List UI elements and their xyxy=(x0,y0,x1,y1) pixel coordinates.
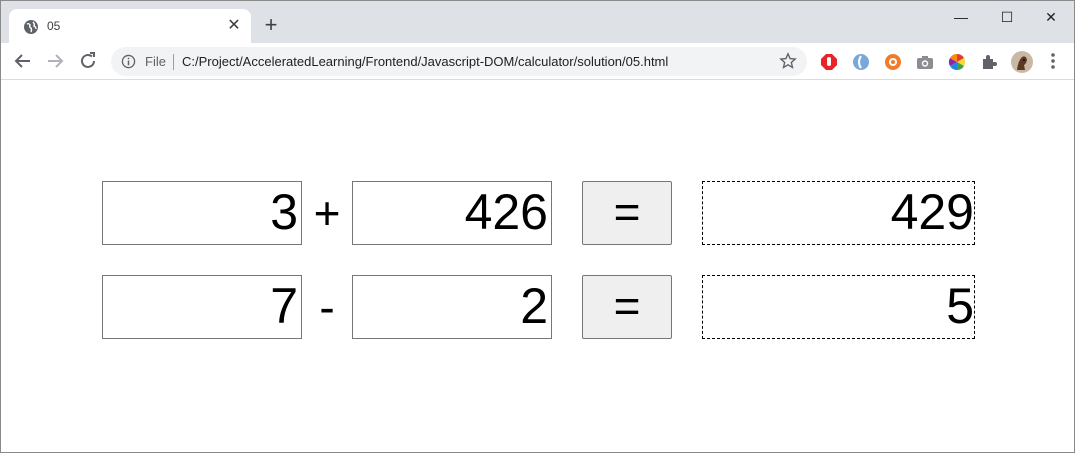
star-icon[interactable] xyxy=(779,52,797,70)
page-content: 3 + 426 = 429 7 - 2 = 5 xyxy=(1,81,1074,452)
left-operand-input[interactable]: 7 xyxy=(102,275,302,339)
back-icon[interactable] xyxy=(11,49,35,73)
tab-title: 05 xyxy=(47,19,61,33)
operator-label: - xyxy=(319,281,335,333)
tab-strip: 05 ✕ + — ☐ ✕ xyxy=(1,1,1074,43)
browser-tab[interactable]: 05 ✕ xyxy=(9,9,251,43)
address-bar[interactable]: File C:/Project/AcceleratedLearning/Fron… xyxy=(111,47,807,76)
right-operand-input[interactable]: 426 xyxy=(352,181,552,245)
tab-close-icon[interactable]: ✕ xyxy=(225,17,243,35)
equals-button[interactable]: = xyxy=(582,181,672,245)
reload-icon[interactable] xyxy=(76,49,100,73)
minimize-button[interactable]: — xyxy=(939,5,983,29)
browser-toolbar: File C:/Project/AcceleratedLearning/Fron… xyxy=(1,43,1074,80)
avatar[interactable] xyxy=(1011,51,1033,73)
operator-label: + xyxy=(313,187,341,239)
menu-icon[interactable] xyxy=(1045,51,1061,71)
browser-window: 05 ✕ + — ☐ ✕ File C:/Project/Accelerated… xyxy=(0,0,1075,453)
extension-blue-icon[interactable] xyxy=(852,53,870,71)
globe-icon xyxy=(24,20,38,34)
new-tab-button[interactable]: + xyxy=(259,14,283,38)
url-text[interactable]: C:/Project/AcceleratedLearning/Frontend/… xyxy=(182,54,668,69)
adblock-icon[interactable] xyxy=(820,53,838,71)
scheme-label: File xyxy=(145,54,166,69)
result-output: 429 xyxy=(702,181,975,245)
close-window-button[interactable]: ✕ xyxy=(1029,5,1073,29)
forward-icon[interactable] xyxy=(43,49,67,73)
separator xyxy=(173,54,174,70)
camera-icon[interactable] xyxy=(916,53,934,71)
maximize-button[interactable]: ☐ xyxy=(985,5,1029,29)
info-icon[interactable] xyxy=(121,54,136,69)
equals-button[interactable]: = xyxy=(582,275,672,339)
right-operand-input[interactable]: 2 xyxy=(352,275,552,339)
color-wheel-icon[interactable] xyxy=(948,53,966,71)
puzzle-icon[interactable] xyxy=(980,53,998,71)
left-operand-input[interactable]: 3 xyxy=(102,181,302,245)
result-output: 5 xyxy=(702,275,975,339)
extension-orange-icon[interactable] xyxy=(884,53,902,71)
